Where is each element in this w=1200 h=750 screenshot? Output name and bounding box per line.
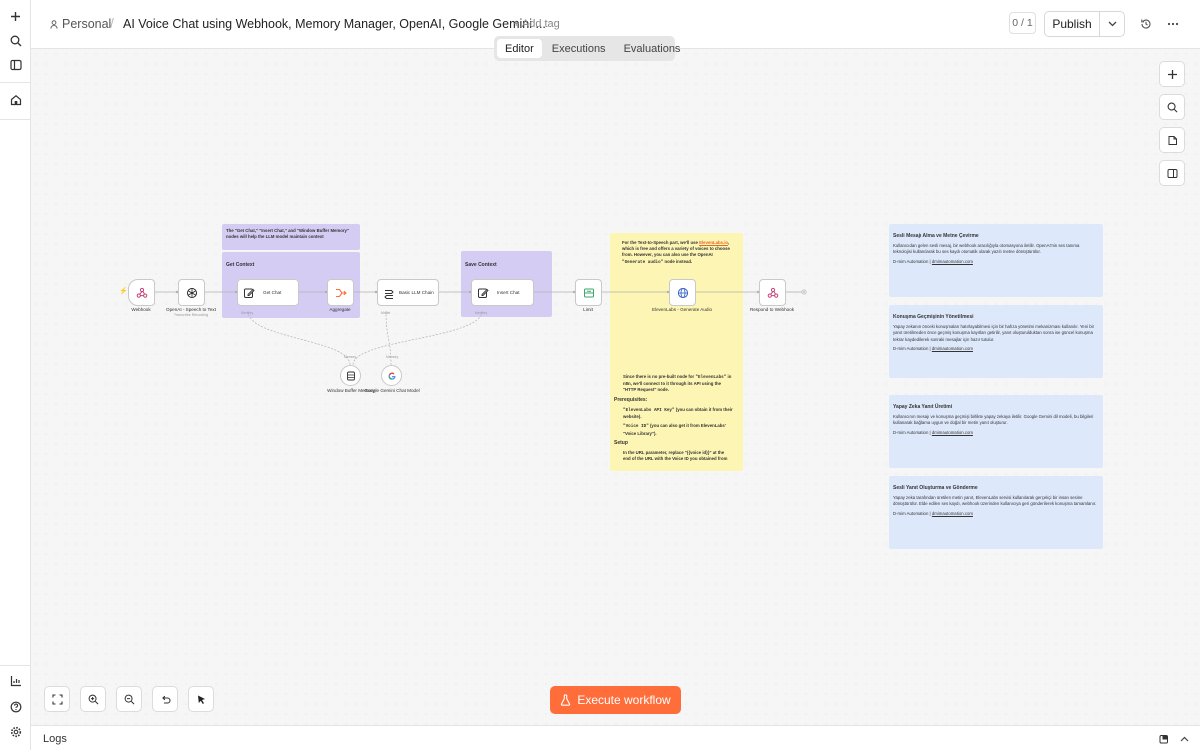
- project-name: Personal: [62, 17, 112, 31]
- llm-chain-label: Basic LLM Chain: [399, 290, 434, 295]
- publish-button[interactable]: Publish: [1045, 12, 1100, 36]
- sticky-note-icon: [1168, 135, 1177, 145]
- zoom-out-button[interactable]: [116, 686, 142, 712]
- edit-icon: [244, 288, 255, 298]
- window-memory-node[interactable]: [340, 365, 361, 386]
- more-options-icon[interactable]: [1164, 15, 1182, 33]
- search-icon: [1167, 102, 1177, 112]
- gemini-node[interactable]: [381, 365, 402, 386]
- openai-icon: [186, 287, 197, 298]
- add-sticky-button[interactable]: [1159, 127, 1185, 153]
- undo-icon: [161, 695, 171, 704]
- memory-connector-label: Memory: [344, 355, 357, 359]
- llm-chain-node[interactable]: Basic LLM Chain: [377, 279, 439, 306]
- memory-connector-label: Memory: [241, 311, 254, 315]
- insights-icon[interactable]: [6, 671, 25, 690]
- user-icon: [50, 19, 58, 29]
- database-icon: [346, 371, 355, 380]
- workflow-title[interactable]: AI Voice Chat using Webhook, Memory Mana…: [123, 17, 546, 31]
- breadcrumb-project[interactable]: Personal: [50, 17, 111, 31]
- logs-bar[interactable]: Logs: [31, 725, 1200, 750]
- zoom-out-icon: [124, 694, 134, 704]
- tab-evaluations[interactable]: Evaluations: [616, 39, 689, 58]
- flask-icon: [561, 694, 571, 706]
- popout-icon[interactable]: [1157, 732, 1170, 745]
- model-connector-label: Model: [381, 311, 391, 315]
- get-chat-node[interactable]: Get Chat: [237, 279, 299, 306]
- tab-executions[interactable]: Executions: [544, 39, 614, 58]
- undo-button[interactable]: [152, 686, 178, 712]
- zoom-in-icon: [88, 694, 98, 704]
- pointer-mode-button[interactable]: [188, 686, 214, 712]
- home-icon[interactable]: [6, 90, 25, 109]
- side-panel-icon: [1167, 168, 1177, 178]
- panel-toggle-icon[interactable]: [6, 55, 25, 74]
- view-tabs: Editor Executions Evaluations: [494, 36, 680, 61]
- google-icon: [388, 372, 396, 380]
- trigger-bolt-icon: ⚡: [119, 288, 128, 295]
- globe-icon: [677, 287, 688, 298]
- sidebar-divider: [0, 665, 31, 666]
- gemini-label: Google Gemini Chat Model: [364, 388, 420, 393]
- aggregate-label: Aggregate: [329, 307, 351, 312]
- search-nodes-button[interactable]: [1159, 94, 1185, 120]
- memory-connection: [352, 310, 483, 366]
- webhook-node[interactable]: [128, 279, 155, 306]
- chain-icon: [384, 289, 394, 299]
- logs-label: Logs: [43, 733, 67, 745]
- sidebar-divider: [0, 119, 31, 120]
- toggle-panel-button[interactable]: [1159, 160, 1185, 186]
- plus-icon: [1167, 69, 1177, 79]
- webhook-icon: [136, 287, 147, 298]
- openai-node[interactable]: [178, 279, 205, 306]
- limit-node[interactable]: [575, 279, 602, 306]
- add-node-button[interactable]: [1159, 61, 1185, 87]
- openai-sublabel: Transcribe Recording: [173, 313, 209, 317]
- search-icon[interactable]: [6, 31, 25, 50]
- openai-label: OpenAI - Speech to Text: [166, 307, 216, 312]
- webhook-icon: [767, 287, 778, 298]
- help-icon[interactable]: [6, 697, 25, 716]
- chevron-down-icon[interactable]: [1100, 12, 1124, 36]
- limit-label: Limit: [583, 307, 593, 312]
- cursor-icon: [197, 695, 205, 704]
- get-chat-label: Get Chat: [263, 290, 282, 295]
- respond-node[interactable]: [759, 279, 786, 306]
- fit-view-icon: [51, 693, 63, 705]
- left-sidebar: [0, 0, 31, 750]
- publish-control: Publish: [1044, 11, 1125, 37]
- execute-workflow-label: Execute workflow: [577, 693, 671, 707]
- elevenlabs-label: ElevenLabs - Generate Audio: [652, 307, 713, 312]
- respond-label: Respond to Webhook: [749, 307, 795, 312]
- insert-chat-node[interactable]: Insert Chat: [471, 279, 534, 306]
- history-icon[interactable]: [1137, 15, 1155, 33]
- sidebar-divider: [0, 82, 31, 83]
- add-tag-button[interactable]: + Add tag: [513, 18, 560, 30]
- aggregate-icon: [335, 288, 347, 297]
- add-icon[interactable]: [6, 7, 25, 26]
- memory-connection: [247, 310, 351, 366]
- workflow-canvas[interactable]: The "Get Chat," "Insert Chat," and "Wind…: [31, 49, 1200, 725]
- tab-editor[interactable]: Editor: [497, 39, 542, 58]
- fit-view-button[interactable]: [44, 686, 70, 712]
- limit-icon: [583, 288, 594, 297]
- connection-lines: [155, 289, 807, 366]
- zoom-in-button[interactable]: [80, 686, 106, 712]
- settings-icon[interactable]: [6, 722, 25, 741]
- insert-chat-label: Insert Chat: [497, 290, 520, 295]
- edit-icon: [478, 288, 489, 298]
- elevenlabs-node[interactable]: [669, 279, 696, 306]
- model-connector-label: Memory: [386, 355, 399, 359]
- memory-connector-label: Memory: [475, 311, 488, 315]
- aggregate-node[interactable]: [327, 279, 354, 306]
- chevron-up-icon[interactable]: [1178, 732, 1191, 745]
- execute-workflow-button[interactable]: Execute workflow: [550, 686, 681, 714]
- breadcrumb-separator: /: [110, 15, 114, 31]
- version-counter: 0 / 1: [1009, 12, 1036, 34]
